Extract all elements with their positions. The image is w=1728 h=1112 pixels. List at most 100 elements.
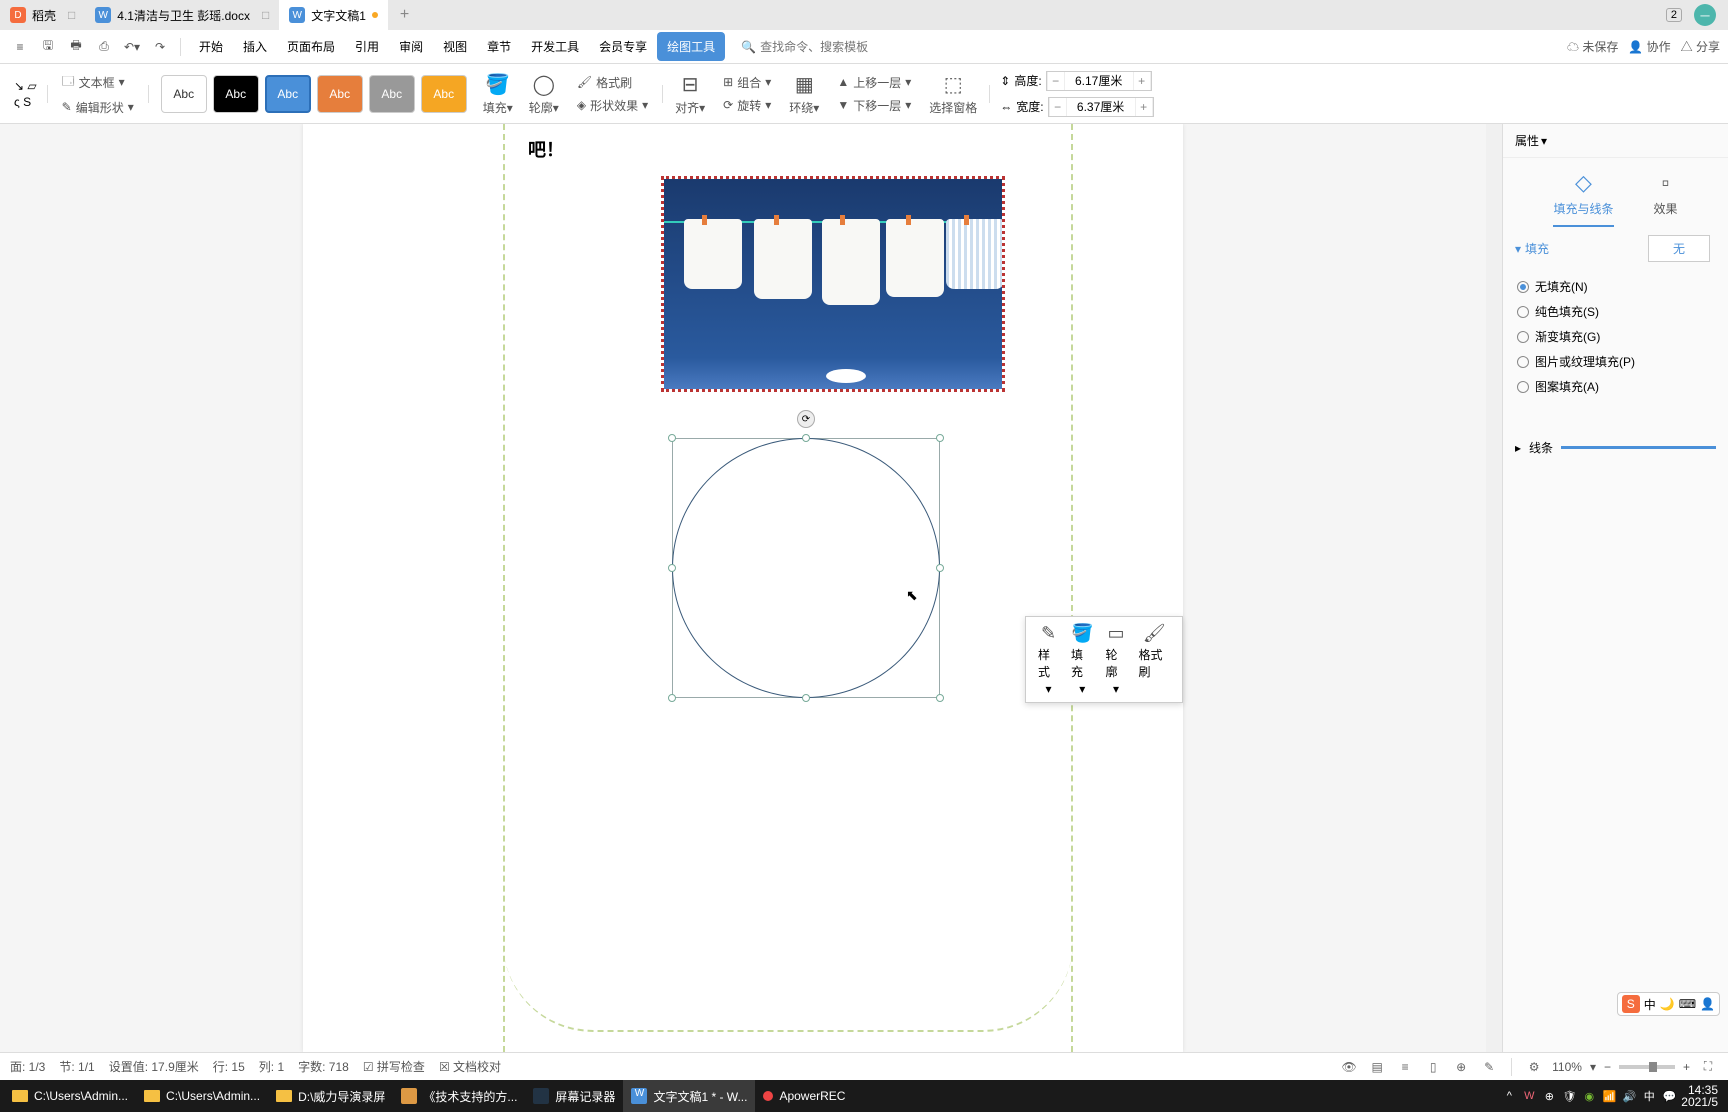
tab-close-icon[interactable]: □ bbox=[68, 8, 75, 22]
user-avatar[interactable]: 一 bbox=[1694, 4, 1716, 26]
resize-handle-se[interactable] bbox=[936, 694, 944, 702]
tab-doc2[interactable]: W文字文稿1 bbox=[279, 0, 388, 30]
tab-docer[interactable]: D稻壳□ bbox=[0, 0, 85, 30]
radio-gradient-fill[interactable]: 渐变填充(G) bbox=[1517, 324, 1714, 349]
taskbar-item[interactable]: D:\威力导演录屏 bbox=[268, 1080, 393, 1112]
tab-devtools[interactable]: 开发工具 bbox=[521, 32, 589, 61]
taskbar-item[interactable]: W文字文稿1 * - W... bbox=[623, 1080, 755, 1112]
word-count[interactable]: 字数: 718 bbox=[298, 1058, 349, 1075]
tray-nvidia-icon[interactable]: ◉ bbox=[1581, 1088, 1597, 1104]
shape-line-icon[interactable]: ↘ ▱ bbox=[14, 79, 37, 93]
proofread-button[interactable]: ☒ 文档校对 bbox=[439, 1058, 501, 1075]
edit-shape-button[interactable]: ✎ 编辑形状 ▾ bbox=[58, 97, 138, 118]
resize-handle-s[interactable] bbox=[802, 694, 810, 702]
align-button[interactable]: ⊟对齐▾ bbox=[667, 72, 713, 116]
resize-handle-ne[interactable] bbox=[936, 434, 944, 442]
float-fill-button[interactable]: 🪣填充▾ bbox=[1065, 623, 1099, 696]
width-dec[interactable]: − bbox=[1049, 98, 1067, 116]
taskbar-item[interactable]: ApowerREC bbox=[755, 1080, 853, 1112]
redo-icon[interactable]: ↷ bbox=[148, 35, 172, 59]
tab-member[interactable]: 会员专享 bbox=[589, 32, 657, 61]
page-status[interactable]: 面: 1/3 bbox=[10, 1058, 45, 1075]
search-input[interactable] bbox=[760, 40, 915, 54]
vertical-scrollbar[interactable] bbox=[1486, 124, 1502, 1052]
ime-indicator[interactable]: S 中 🌙 ⌨ 👤 bbox=[1617, 992, 1720, 1016]
float-style-button[interactable]: ✎样式▾ bbox=[1032, 623, 1065, 696]
share-button[interactable]: △ 分享 bbox=[1681, 38, 1720, 55]
tab-reference[interactable]: 引用 bbox=[345, 32, 389, 61]
preview-icon[interactable]: ⎙ bbox=[92, 35, 116, 59]
style-preset-5[interactable]: Abc bbox=[369, 75, 415, 113]
resize-handle-sw[interactable] bbox=[668, 694, 676, 702]
zoom-slider[interactable] bbox=[1619, 1065, 1675, 1069]
tab-review[interactable]: 审阅 bbox=[389, 32, 433, 61]
print-icon[interactable]: 🖶 bbox=[64, 35, 88, 59]
tab-view[interactable]: 视图 bbox=[433, 32, 477, 61]
fill-button[interactable]: 🪣填充▾ bbox=[475, 72, 521, 116]
radio-solid-fill[interactable]: 纯色填充(S) bbox=[1517, 299, 1714, 324]
tray-network-icon[interactable]: ⊕ bbox=[1541, 1088, 1557, 1104]
float-painter-button[interactable]: 🖌格式刷 bbox=[1132, 623, 1176, 696]
zoom-out[interactable]: − bbox=[1604, 1060, 1611, 1074]
document-canvas[interactable]: 吧！ ⟳ bbox=[0, 124, 1486, 1052]
style-preset-6[interactable]: Abc bbox=[421, 75, 467, 113]
tray-notify-icon[interactable]: 💬 bbox=[1661, 1088, 1677, 1104]
tab-layout[interactable]: 页面布局 bbox=[277, 32, 345, 61]
tab-doc1[interactable]: W4.1清洁与卫生 彭瑶.docx□ bbox=[85, 0, 279, 30]
float-outline-button[interactable]: ▭轮廓▾ bbox=[1099, 623, 1132, 696]
fullscreen-icon[interactable]: ⛶ bbox=[1698, 1058, 1718, 1076]
ellipse-shape[interactable] bbox=[672, 438, 940, 698]
resize-handle-e[interactable] bbox=[936, 564, 944, 572]
tab-insert[interactable]: 插入 bbox=[233, 32, 277, 61]
tab-close-icon[interactable]: □ bbox=[262, 8, 269, 22]
tray-volume-icon[interactable]: 🔊 bbox=[1621, 1088, 1637, 1104]
unsaved-button[interactable]: ☁ 未保存 bbox=[1567, 38, 1618, 55]
shape-effects-button[interactable]: ◈ 形状效果 ▾ bbox=[573, 95, 652, 116]
line-section[interactable]: ▸线条 bbox=[1503, 423, 1728, 472]
tab-section[interactable]: 章节 bbox=[477, 32, 521, 61]
style-preset-2[interactable]: Abc bbox=[213, 75, 259, 113]
undo-icon[interactable]: ↶▾ bbox=[120, 35, 144, 59]
save-icon[interactable]: 🖫 bbox=[36, 35, 60, 59]
radio-pattern-fill[interactable]: 图案填充(A) bbox=[1517, 374, 1714, 399]
tab-start[interactable]: 开始 bbox=[189, 32, 233, 61]
selected-shape[interactable]: ⟳ bbox=[672, 438, 940, 698]
height-inc[interactable]: + bbox=[1133, 72, 1151, 90]
fill-section-header[interactable]: ▾填充无 bbox=[1503, 227, 1728, 270]
view-draft-icon[interactable]: ✎ bbox=[1479, 1058, 1499, 1076]
outline-button[interactable]: ◯轮廓▾ bbox=[521, 72, 567, 116]
resize-handle-nw[interactable] bbox=[668, 434, 676, 442]
tray-shield-icon[interactable]: 🛡 bbox=[1561, 1088, 1577, 1104]
command-search[interactable]: 🔍 bbox=[741, 40, 915, 54]
style-preset-4[interactable]: Abc bbox=[317, 75, 363, 113]
taskbar-item[interactable]: 《技术支持的方... bbox=[393, 1080, 525, 1112]
rotate-button[interactable]: ⟳ 旋转 ▾ bbox=[719, 95, 775, 116]
shape-curve-icon[interactable]: ς S bbox=[14, 95, 37, 109]
style-preset-1[interactable]: Abc bbox=[161, 75, 207, 113]
resize-handle-n[interactable] bbox=[802, 434, 810, 442]
view-outline-icon[interactable]: ≡ bbox=[1395, 1058, 1415, 1076]
view-web-icon[interactable]: ⊕ bbox=[1451, 1058, 1471, 1076]
spellcheck-button[interactable]: ☑ 拼写检查 bbox=[363, 1058, 425, 1075]
eye-icon[interactable]: 👁 bbox=[1339, 1058, 1359, 1076]
panel-tab-effect[interactable]: ▫效果 bbox=[1654, 170, 1678, 227]
collab-button[interactable]: 👤 协作 bbox=[1628, 38, 1670, 55]
rotation-handle[interactable]: ⟳ bbox=[797, 410, 815, 428]
height-input[interactable] bbox=[1065, 72, 1133, 90]
menu-icon[interactable]: ≡ bbox=[8, 35, 32, 59]
bring-forward-button[interactable]: ▲ 上移一层 ▾ bbox=[833, 72, 915, 93]
taskbar-item[interactable]: 屏幕记录器 bbox=[525, 1080, 623, 1112]
radio-picture-fill[interactable]: 图片或纹理填充(P) bbox=[1517, 349, 1714, 374]
wrap-button[interactable]: ▦环绕▾ bbox=[781, 72, 827, 116]
format-painter-button[interactable]: 🖌 格式刷 bbox=[573, 72, 652, 93]
tray-up-icon[interactable]: ^ bbox=[1501, 1088, 1517, 1104]
zoom-value[interactable]: 110% bbox=[1552, 1060, 1582, 1074]
textbox-button[interactable]: 🗔 文本框 ▾ bbox=[58, 70, 138, 95]
radio-no-fill[interactable]: 无填充(N) bbox=[1517, 274, 1714, 299]
height-dec[interactable]: − bbox=[1047, 72, 1065, 90]
notification-badge[interactable]: 2 bbox=[1666, 8, 1682, 22]
style-preset-3[interactable]: Abc bbox=[265, 75, 311, 113]
tray-wifi-icon[interactable]: 📶 bbox=[1601, 1088, 1617, 1104]
taskbar-item[interactable]: C:\Users\Admin... bbox=[4, 1080, 136, 1112]
view-page-icon[interactable]: ▤ bbox=[1367, 1058, 1387, 1076]
